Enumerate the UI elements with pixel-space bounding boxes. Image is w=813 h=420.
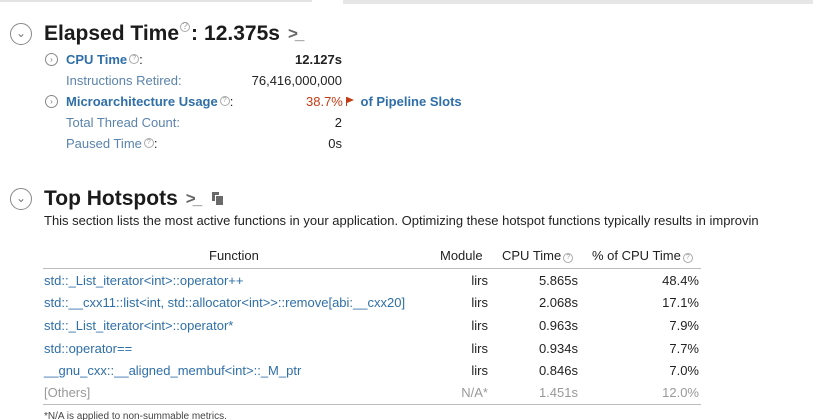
table-row: std::__cxx11::list<int, std::allocator<i… [0,295,813,317]
micro-usage-colon: : [229,94,234,109]
pct-cpu-cell: 7.7% [669,341,699,356]
table-row: std::operator== lirs 0.934s 7.7% [0,341,813,363]
module-cell: N/A* [461,385,488,400]
cpu-time-header-label: CPU Time [502,248,562,263]
tab-divider-right [343,0,813,4]
function-link[interactable]: std::__cxx11::list<int, std::allocator<i… [44,295,405,310]
function-link[interactable]: std::_List_iterator<int>::operator* [44,318,233,333]
cpu-time-cell: 0.963s [538,318,578,333]
paused-time-label: Paused Time [66,136,142,151]
expand-cpu-time-icon[interactable]: › [45,53,58,66]
elapsed-time-colon: : [191,22,199,45]
top-tab-strip [0,0,813,4]
micro-usage-value: 38.7% [306,94,343,109]
column-header-function[interactable]: Function [209,248,259,263]
micro-usage-metric: Microarchitecture Usage?: [66,94,233,110]
cpu-time-metric: CPU Time?: [66,52,143,68]
table-bottom-divider [43,404,701,405]
table-header-divider [43,268,701,269]
paused-time-metric: Paused Time?: [66,136,158,152]
instructions-label: Instructions Retired: [66,73,182,88]
table-row: std::_List_iterator<int>::operator* lirs… [0,318,813,340]
pct-cpu-cell: 7.9% [669,318,699,333]
micro-usage-help-icon[interactable]: ? [219,96,230,106]
pct-cpu-cell: 48.4% [662,273,699,288]
micro-usage-label[interactable]: Microarchitecture Usage [66,94,218,109]
column-header-cpu-time[interactable]: CPU Time? [502,248,574,264]
instructions-value: 76,416,000,000 [251,73,342,88]
thread-count-metric: Total Thread Count: [66,115,180,130]
micro-usage-suffix: of Pipeline Slots [360,94,462,109]
pct-cpu-cell: 7.0% [669,363,699,378]
terminal-icon[interactable]: >_ [186,189,202,209]
table-row: std::_List_iterator<int>::operator++ lir… [0,273,813,295]
cpu-time-cell: 2.068s [538,295,578,310]
elapsed-time-header: ⌄ Elapsed Time ? : 12.375s >_ [10,22,304,46]
elapsed-time-value: 12.375s [204,22,280,45]
cpu-time-cell: 0.934s [538,341,578,356]
hotspots-description: This section lists the most active funct… [44,213,759,228]
module-cell: lirs [471,318,488,333]
cpu-time-cell: 0.846s [538,363,578,378]
paused-time-value: 0s [328,136,342,151]
elapsed-time-title: Elapsed Time [44,22,180,45]
module-cell: lirs [471,363,488,378]
paused-time-help-icon[interactable]: ? [143,138,154,148]
instructions-metric: Instructions Retired: [66,73,182,88]
function-link[interactable]: std::_List_iterator<int>::operator++ [44,273,243,288]
function-link[interactable]: __gnu_cxx::__aligned_membuf<int>::_M_ptr [44,363,301,378]
table-row: __gnu_cxx::__aligned_membuf<int>::_M_ptr… [0,363,813,385]
pct-cpu-cell: 17.1% [662,295,699,310]
pct-cpu-header-help-icon[interactable]: ? [682,253,693,263]
cpu-time-cell: 5.865s [538,273,578,288]
cpu-time-colon: : [139,52,143,67]
cpu-time-header-help-icon[interactable]: ? [563,253,574,263]
top-hotspots-header: ⌄ Top Hotspots >_ [10,187,225,211]
thread-count-value: 2 [334,115,342,130]
elapsed-help-icon[interactable]: ? [180,22,191,32]
column-header-module[interactable]: Module [440,248,483,263]
module-cell: lirs [471,295,488,310]
tab-divider-left [0,0,312,2]
module-cell: lirs [471,341,488,356]
function-link[interactable]: std::operator== [44,341,132,356]
paused-time-colon: : [153,136,158,151]
cpu-time-cell: 1.451s [538,385,578,400]
cpu-time-label[interactable]: CPU Time [66,52,127,67]
terminal-icon[interactable]: >_ [288,24,304,44]
collapse-hotspots-icon[interactable]: ⌄ [10,188,32,210]
column-header-pct-cpu[interactable]: % of CPU Time? [592,248,693,264]
collapse-elapsed-icon[interactable]: ⌄ [10,23,32,45]
thread-count-label: Total Thread Count: [66,115,180,130]
top-hotspots-title: Top Hotspots [44,187,178,210]
others-label: [Others] [44,385,91,400]
pct-cpu-cell: 12.0% [662,385,699,400]
module-cell: lirs [471,273,488,288]
flag-icon[interactable] [345,97,354,106]
cpu-time-help-icon[interactable]: ? [129,54,140,64]
pct-cpu-header-label: % of CPU Time [592,248,681,263]
micro-usage-value-group: 38.7% of Pipeline Slots [306,94,462,109]
table-footnote: *N/A is applied to non-summable metrics. [44,411,227,420]
copy-icon[interactable] [211,191,225,207]
expand-micro-usage-icon[interactable]: › [45,95,58,108]
cpu-time-value: 12.127s [295,52,342,67]
